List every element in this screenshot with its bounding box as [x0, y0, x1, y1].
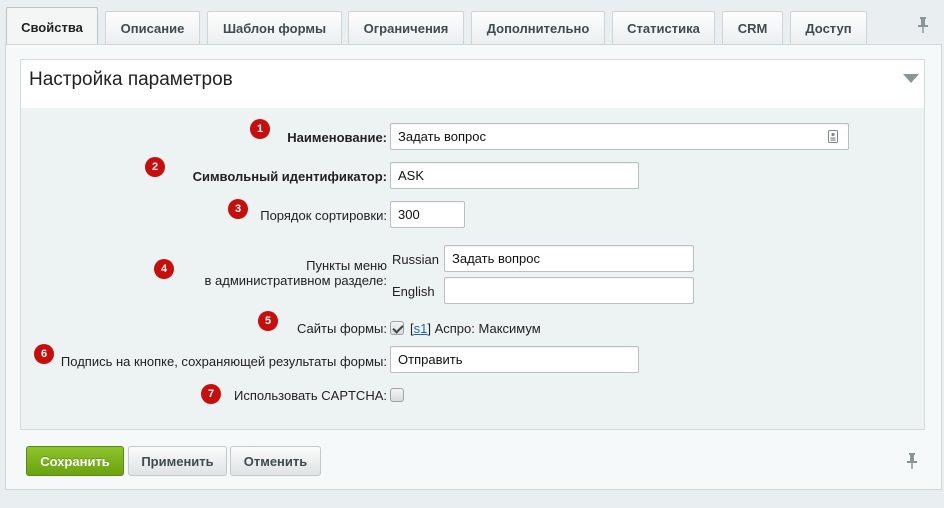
settings-section: Настройка параметров 1 Наименование: Зад…: [20, 59, 925, 430]
pin-icon[interactable]: [917, 17, 929, 33]
step-badge-7: 7: [201, 384, 221, 404]
form-area: 1 Наименование: Задать вопрос 2 Символьн…: [21, 108, 924, 429]
step-badge-3: 3: [228, 199, 248, 219]
save-button[interactable]: Сохранить: [26, 446, 124, 476]
cancel-button[interactable]: Отменить: [230, 446, 321, 476]
step-badge-5: 5: [258, 311, 278, 331]
menu-russian-input[interactable]: Задать вопрос: [444, 245, 694, 272]
sort-input[interactable]: 300: [390, 201, 465, 228]
code-label: Символьный идентификатор:: [192, 169, 387, 184]
name-value: Задать вопрос: [398, 129, 486, 144]
tab-restrictions[interactable]: Ограничения: [348, 11, 464, 44]
tab-form-template[interactable]: Шаблон формы: [207, 11, 342, 44]
sort-label: Порядок сортировки:: [260, 208, 387, 223]
english-label: English: [392, 284, 435, 299]
tab-access[interactable]: Доступ: [790, 11, 867, 44]
step-badge-6: 6: [34, 344, 54, 364]
tab-statistics[interactable]: Статистика: [612, 11, 715, 44]
step-badge-1: 1: [250, 119, 270, 139]
sort-value: 300: [398, 207, 420, 222]
captcha-checkbox[interactable]: [390, 388, 404, 402]
site-s1-entry: [s1] Аспро: Максимум: [410, 321, 541, 336]
sites-label: Сайты формы:: [297, 321, 387, 336]
button-caption-label: Подпись на кнопке, сохраняющей результат…: [60, 354, 387, 369]
site-s1-name: Аспро: Максимум: [434, 321, 541, 336]
captcha-label: Использовать CAPTCHA:: [233, 388, 387, 403]
menu-label-line2: в административном разделе:: [204, 273, 387, 288]
site-s1-checkbox[interactable]: [390, 321, 404, 335]
site-s1-link[interactable]: s1: [414, 321, 428, 336]
name-label: Наименование:: [287, 130, 387, 145]
id-card-icon[interactable]: [828, 130, 838, 143]
menu-label-line1: Пункты меню: [306, 258, 387, 273]
button-caption-value: Отправить: [398, 352, 463, 367]
menu-english-input[interactable]: [444, 277, 694, 304]
tab-bar: Свойства Описание Шаблон формы Ограничен…: [0, 0, 944, 46]
tab-description[interactable]: Описание: [105, 11, 200, 44]
code-input[interactable]: ASK: [390, 162, 639, 189]
pin-icon[interactable]: [906, 453, 918, 469]
step-badge-2: 2: [145, 157, 165, 177]
tab-properties[interactable]: Свойства: [6, 7, 98, 46]
button-caption-input[interactable]: Отправить: [390, 346, 639, 373]
tab-crm[interactable]: CRM: [722, 11, 783, 44]
russian-label: Russian: [392, 252, 439, 267]
name-input[interactable]: Задать вопрос: [390, 123, 849, 150]
tab-additional[interactable]: Дополнительно: [471, 11, 605, 44]
apply-button[interactable]: Применить: [128, 446, 227, 476]
section-title: Настройка параметров: [29, 69, 233, 90]
triangle-down-icon[interactable]: [903, 74, 919, 84]
code-value: ASK: [398, 168, 425, 183]
step-badge-4: 4: [154, 259, 174, 279]
menu-russian-value: Задать вопрос: [452, 251, 540, 266]
tab-content-panel: Настройка параметров 1 Наименование: Зад…: [5, 44, 942, 490]
